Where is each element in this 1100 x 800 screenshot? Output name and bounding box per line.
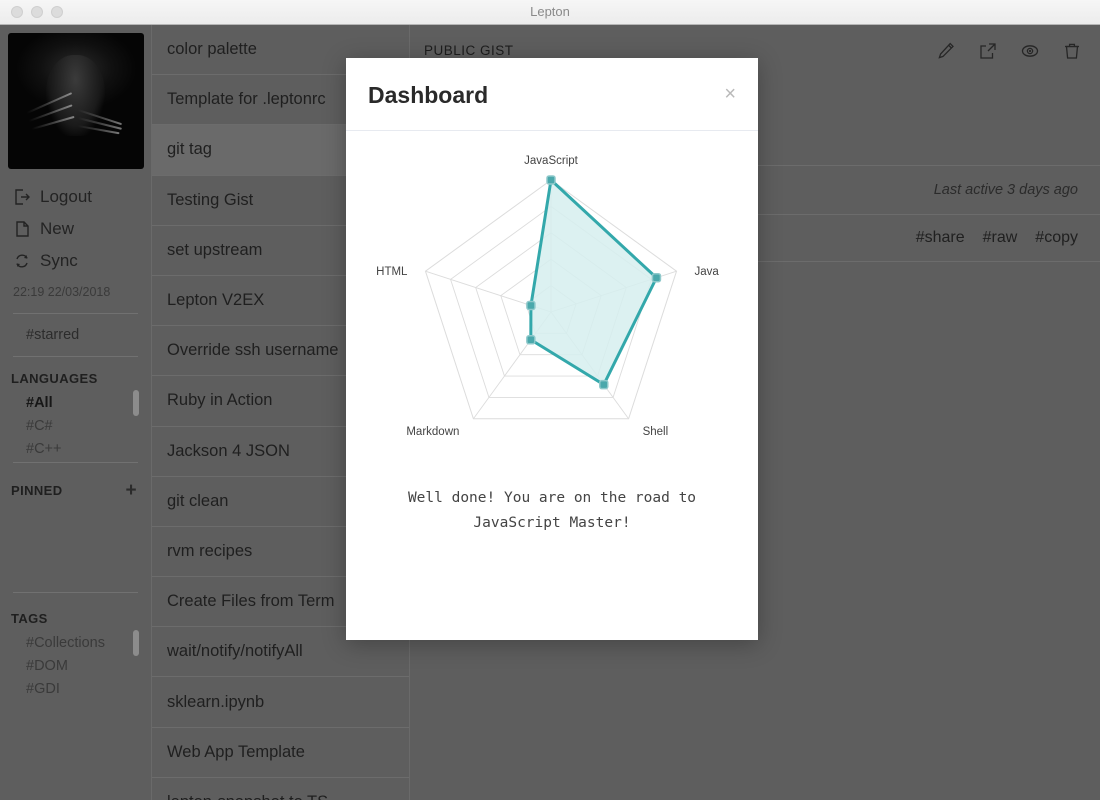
sidebar-item-label: New [40, 219, 75, 238]
sidebar-item-new[interactable]: New [13, 213, 151, 245]
radar-axis-label: Markdown [406, 426, 459, 438]
avatar-figure [45, 54, 106, 137]
divider [13, 356, 138, 357]
edit-pencil-icon[interactable] [936, 41, 956, 61]
list-item[interactable]: Web App Template [152, 728, 409, 778]
language-item-csharp[interactable]: #C# [26, 415, 151, 438]
radar-axis-label: Shell [643, 426, 669, 438]
dashboard-modal-body: JavaScript Java Shell Markdown HTML Well don… [346, 131, 758, 640]
add-pinned-button[interactable]: + [126, 481, 138, 500]
pinned-header-label: PINNED [11, 483, 63, 498]
avatar[interactable] [7, 33, 144, 169]
last-active-label: Last active 3 days ago [933, 182, 1078, 198]
app-window: Lepton Logout New Sync 22:19 22/03/2018 … [0, 0, 1100, 800]
gist-action-toolbar [936, 41, 1082, 61]
sidebar-item-label: Logout [40, 187, 92, 206]
gist-visibility-label: PUBLIC GIST [424, 43, 514, 58]
sidebar-actions: Logout New Sync [0, 181, 151, 277]
tag-item-gdi[interactable]: #GDI [26, 678, 151, 701]
trash-icon[interactable] [1062, 41, 1082, 61]
dashboard-modal: Dashboard × JavaScript Java Shell Markdown H… [346, 58, 758, 640]
list-item[interactable]: sklearn.ipynb [152, 677, 409, 728]
window-titlebar: Lepton [0, 0, 1100, 25]
tags-list: #Collections #DOM #GDI [0, 626, 151, 710]
last-sync-timestamp: 22:19 22/03/2018 [13, 285, 111, 299]
gist-tag-copy[interactable]: #copy [1035, 229, 1078, 247]
sidebar-item-sync[interactable]: Sync [13, 245, 151, 277]
tag-item-dom[interactable]: #DOM [26, 655, 151, 678]
radar-axis-label: JavaScript [524, 155, 578, 167]
languages-section-header: LANGUAGES [0, 371, 151, 386]
language-item-cpp[interactable]: #C++ [26, 438, 151, 454]
dashboard-modal-header: Dashboard × [346, 58, 758, 131]
divider [13, 592, 138, 593]
dashboard-title: Dashboard [368, 82, 489, 108]
radar-axis-label: HTML [376, 266, 408, 278]
new-file-icon [13, 220, 31, 238]
logout-icon [13, 188, 31, 206]
languages-scrollbar[interactable] [133, 390, 139, 416]
pinned-section-header: PINNED + [0, 481, 151, 500]
list-item[interactable]: lepton-snapshot to TS [152, 778, 409, 800]
gist-tag-share[interactable]: #share [916, 229, 965, 247]
eye-icon[interactable] [1020, 41, 1040, 61]
language-radar-chart: JavaScript Java Shell Markdown HTML [346, 131, 758, 491]
divider [13, 462, 138, 463]
radar-svg: JavaScript Java Shell Markdown HTML [376, 155, 720, 438]
sidebar-item-starred[interactable]: #starred [0, 314, 151, 356]
external-link-icon[interactable] [978, 41, 998, 61]
tags-header-label: TAGS [11, 611, 48, 626]
sidebar-item-label: Sync [40, 251, 78, 270]
languages-header-label: LANGUAGES [11, 371, 98, 386]
radar-axis-label: Java [695, 266, 720, 278]
gist-tag-raw[interactable]: #raw [983, 229, 1018, 247]
pinned-list [0, 500, 151, 592]
close-icon[interactable]: × [724, 84, 736, 104]
tags-scrollbar[interactable] [133, 630, 139, 656]
tags-section-header: TAGS [0, 611, 151, 626]
sidebar: Logout New Sync 22:19 22/03/2018 #starre… [0, 25, 152, 800]
sidebar-item-logout[interactable]: Logout [13, 181, 151, 213]
languages-list: #All #C# #C++ [0, 386, 151, 454]
dashboard-message: Well done! You are on the road to JavaSc… [407, 490, 697, 531]
sync-icon [13, 252, 31, 270]
window-title: Lepton [530, 4, 570, 19]
